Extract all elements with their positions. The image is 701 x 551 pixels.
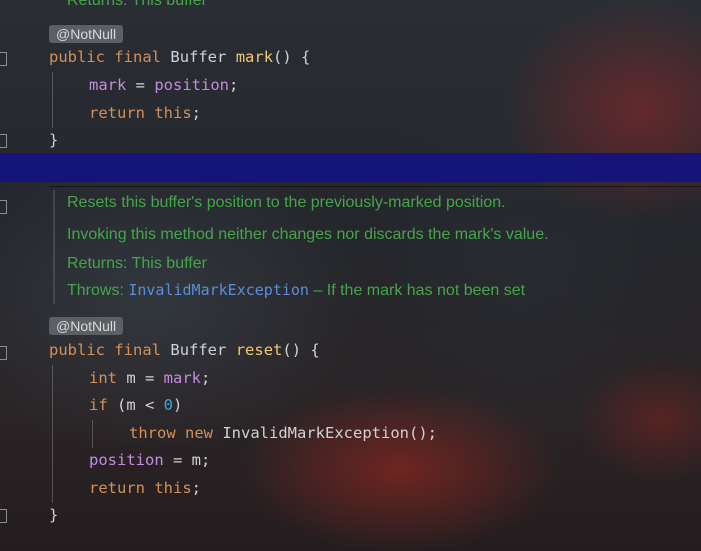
method-name[interactable]: reset	[236, 341, 283, 359]
keyword: return	[89, 479, 145, 497]
code-text: =	[126, 76, 155, 94]
code-line[interactable]: if (m < 0)	[89, 392, 182, 419]
doc-throws-text: – If the mark has not been set	[308, 282, 526, 299]
keyword: public	[49, 341, 105, 359]
code-line[interactable]: mark = position;	[89, 72, 238, 99]
keyword: throw	[129, 424, 176, 442]
code-text: () {	[273, 48, 311, 66]
indent-guide	[52, 72, 53, 128]
keyword: new	[185, 424, 214, 442]
code-text: m =	[117, 369, 164, 387]
doc-description-line: Invoking this method neither changes nor…	[67, 226, 549, 243]
number-literal: 0	[163, 396, 174, 414]
field-ref[interactable]: position	[154, 76, 229, 94]
keyword: if	[89, 396, 108, 414]
keyword: this	[154, 479, 192, 497]
code-line[interactable]: return this;	[89, 100, 201, 127]
fold-marker-icon[interactable]	[0, 509, 7, 523]
code-line[interactable]: return this;	[89, 475, 201, 502]
code-text: (m <	[107, 396, 164, 414]
field-ref[interactable]: mark	[89, 76, 126, 94]
doc-block-bar	[53, 190, 55, 304]
code-line[interactable]: position = m;	[89, 447, 210, 474]
code-line[interactable]: throw new InvalidMarkException();	[129, 420, 437, 447]
fold-marker-icon[interactable]	[0, 52, 7, 66]
fold-marker-icon[interactable]	[0, 346, 7, 360]
code-line[interactable]: }	[49, 502, 58, 529]
code-text: ;	[201, 369, 211, 387]
type-name[interactable]: Buffer	[170, 341, 226, 359]
code-line[interactable]: }	[49, 127, 58, 154]
doc-throws-label: Throws:	[67, 282, 129, 299]
code-line[interactable]: public final Buffer mark() {	[49, 44, 310, 71]
code-line[interactable]: public final Buffer reset() {	[49, 337, 320, 364]
code-line[interactable]: int m = mark;	[89, 365, 210, 392]
code-text: ;	[228, 76, 239, 94]
exception-link[interactable]: InvalidMarkException	[128, 281, 309, 299]
doc-returns-partial: Returns: This buffer	[67, 0, 207, 9]
code-text: ;	[191, 104, 202, 122]
closing-brace: }	[49, 506, 59, 524]
code-text: = m;	[163, 451, 211, 469]
code-text: ;	[191, 479, 202, 497]
indent-guide	[92, 420, 93, 448]
fold-marker-icon[interactable]	[0, 200, 7, 214]
annotation-badge[interactable]: @NotNull	[49, 317, 124, 335]
doc-description-line: Resets this buffer's position to the pre…	[67, 194, 506, 211]
method-name[interactable]: mark	[236, 48, 273, 66]
annotation-badge[interactable]: @NotNull	[49, 25, 124, 43]
doc-throws: Throws: InvalidMarkException – If the ma…	[67, 277, 525, 304]
indent-guide	[52, 365, 53, 503]
doc-returns: Returns: This buffer	[67, 255, 207, 272]
keyword: final	[114, 341, 162, 359]
keyword: return	[89, 104, 145, 122]
keyword: this	[154, 104, 192, 122]
code-text: )	[173, 396, 183, 414]
field-ref[interactable]: position	[89, 451, 164, 469]
keyword: public	[49, 48, 105, 66]
keyword: int	[89, 369, 117, 387]
field-ref[interactable]: mark	[164, 369, 201, 387]
closing-brace: }	[49, 131, 59, 149]
type-name[interactable]: Buffer	[170, 48, 226, 66]
code-text: InvalidMarkException();	[213, 424, 437, 442]
code-text: () {	[282, 341, 320, 359]
fold-marker-icon[interactable]	[0, 134, 7, 148]
code-editor[interactable]: Returns: This buffer @NotNull public fin…	[0, 0, 701, 551]
keyword: final	[114, 48, 162, 66]
current-line-highlight[interactable]	[0, 153, 701, 182]
